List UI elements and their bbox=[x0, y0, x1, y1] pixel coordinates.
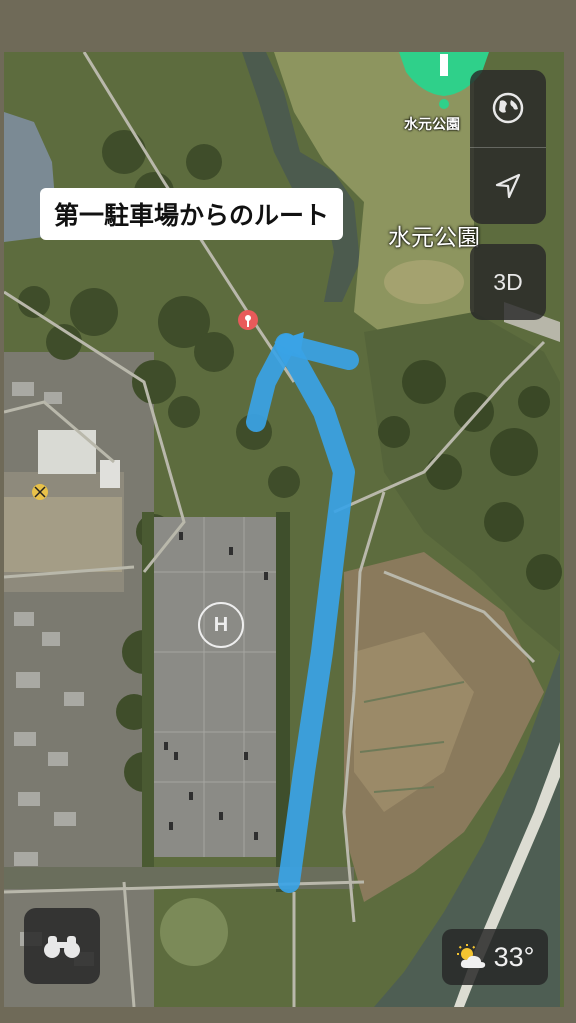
three-d-button[interactable]: 3D bbox=[470, 244, 546, 320]
temperature-text: 33° bbox=[493, 941, 535, 972]
binoculars-icon bbox=[44, 936, 80, 958]
partly-sunny-icon bbox=[456, 944, 485, 968]
map-control-group bbox=[470, 70, 546, 224]
location-marker[interactable] bbox=[238, 310, 258, 330]
route-title: 第一駐車場からのルート bbox=[40, 188, 344, 240]
location-button[interactable] bbox=[470, 148, 546, 224]
globe-icon bbox=[492, 92, 524, 124]
pin-name-label[interactable]: 水元公園 bbox=[404, 114, 460, 134]
globe-button[interactable] bbox=[470, 70, 546, 146]
location-arrow-icon bbox=[495, 173, 521, 199]
look-around-button[interactable] bbox=[24, 908, 100, 984]
helipad-marking: H bbox=[198, 602, 244, 648]
park-name-label[interactable]: 水元公園 bbox=[388, 218, 480, 252]
map-view[interactable]: 第一駐車場からのルート 水元公園 水元公園 H 3D 33° bbox=[4, 52, 564, 1007]
weather-badge[interactable]: 33° bbox=[442, 929, 548, 985]
